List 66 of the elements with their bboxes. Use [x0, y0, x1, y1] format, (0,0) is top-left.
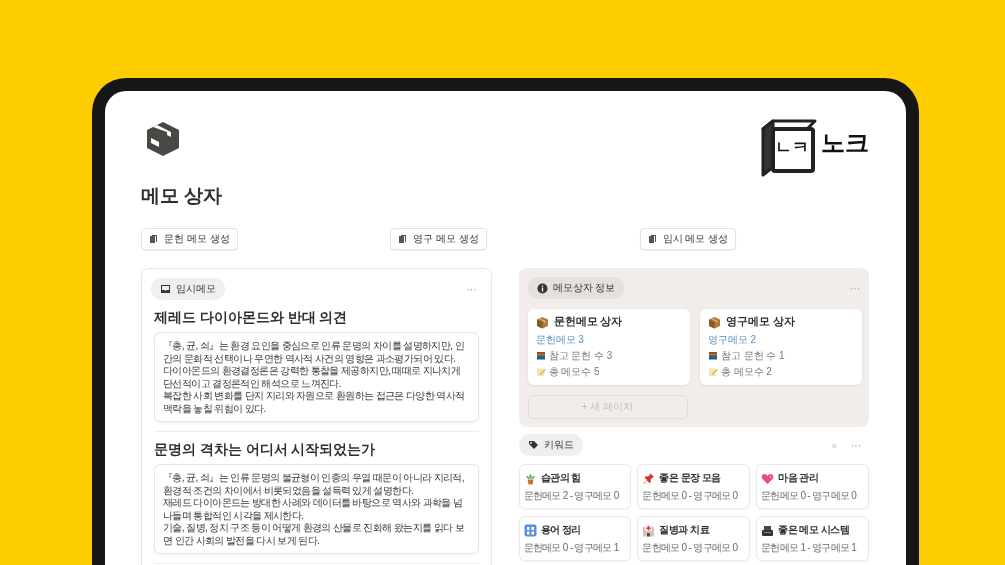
page-title: 메모 상자: [141, 184, 224, 208]
tray-icon: [761, 523, 775, 537]
memo-icon: [535, 367, 546, 377]
copy-icon: [398, 234, 409, 244]
note-text: 다이아몬드의 환경결정론은 강력한 통찰을 제공하지만, 때때로 지나치게 단선적이고 결정론적인 해석으로 느껴진다.: [163, 365, 462, 390]
keyword-title: 용어 정리: [540, 523, 581, 537]
note-text: 재레드 다이아몬드는 방대한 사례와 데이터를 바탕으로 역사와 과학을 넘나들며 통합적인 시각을 제시한다.: [163, 497, 464, 522]
memo-link[interactable]: 영구메모 2: [707, 333, 854, 347]
memo-link[interactable]: 문헌메모 3: [535, 333, 682, 347]
memo-box-card[interactable]: 문헌메모 상자 문헌메모 3 참고 문헌 수 3 총 메모수 5: [527, 309, 690, 385]
keyword-card[interactable]: 마음 관리 문헌메모 0 - 영구메모 0: [756, 464, 869, 509]
create-memo-button[interactable]: 임시 메모 생성: [639, 228, 737, 250]
section-tag[interactable]: 임시메모: [151, 278, 225, 300]
tag-icon: [527, 440, 539, 450]
keyword-title: 질병과 치료: [659, 523, 710, 537]
logo-wordmark: 노크: [821, 128, 869, 158]
keyword-card[interactable]: 좋은 메모 시스템 문헌메모 1 - 영구메모 1: [756, 516, 869, 561]
stat-text: 참고 문헌 수 3: [548, 349, 613, 363]
inbox-icon: [160, 284, 171, 294]
memo-icon: [707, 367, 718, 377]
note-title[interactable]: 문명의 격차는 어디서 시작되었는가: [154, 441, 479, 459]
keyword-card[interactable]: 좋은 문장 모음 문헌메모 0 - 영구메모 0: [637, 464, 751, 509]
note-text: 복잡한 사회 변화를 단지 지리와 자원으로 환원하는 접근은 다양한 역사적 맥락을 놓칠 위험이 있다.: [163, 390, 466, 415]
note-card[interactable]: 『총, 균, 쇠』는 환경 요인을 중심으로 인류 문명의 차이를 설명하지만, 인간의 문화적 선택이나 우연한 역사적 사건의 영향은 과소평가되어 있다. 다이아몬드의 환경결정론은 강력한 통찰을 제공하지만, 때때로 지나치게 단선적이고 결정론적인 해석으로 느껴진다. 복잡한 사회 변화를 단지 지리와 자원으로 환원하는 접근은 다양한 역사적 맥락을 놓칠 위험이 있다.: [154, 332, 479, 422]
stat-text: 총 메모수 2: [720, 365, 772, 379]
stat-text: 참고 문헌 수 1: [720, 349, 785, 363]
heart-icon: [761, 471, 775, 485]
box-title: 문헌메모 상자: [553, 315, 623, 329]
note-card[interactable]: 『총, 균, 쇠』는 인류 문명의 불균형이 인종의 우열 때문이 아니라 지리적, 환경적 조건의 차이에서 비롯되었음을 설득력 있게 설명한다. 재레드 다이아몬드는 방대한 사례와 데이터를 바탕으로 역사와 과학을 넘나들며 통합적인 시각을 제시한다. 기술, 질병, 정치 구조 등이 어떻게 환경의 산물로 진화해 왔는지를 읽다 보면 인간 사회의 발전을 다시 보게 된다.: [154, 464, 479, 554]
potted-plant-icon: [523, 471, 537, 485]
books-icon: [707, 351, 718, 361]
memo-count: 문헌메모 0 - 영구메모 0: [642, 489, 739, 503]
section-tag[interactable]: 메모상자 정보: [527, 277, 625, 299]
memo-count: 문헌메모 1 - 영구메모 1: [761, 541, 858, 555]
keyword-title: 습관의 힘: [540, 471, 581, 485]
create-memo-button[interactable]: 문헌 메모 생성: [141, 228, 238, 250]
note-text: 『총, 균, 쇠』는 인류 문명의 불균형이 인종의 우열 때문이 아니라 지리적, 환경적 조건의 차이에서 비롯되었음을 설득력 있게 설명한다.: [163, 472, 465, 497]
section-tag[interactable]: 키워드: [518, 434, 583, 456]
stat-text: 총 메모수 5: [548, 365, 600, 379]
numbers-icon: [523, 523, 537, 537]
copy-icon: [647, 234, 658, 244]
keyword-title: 좋은 메모 시스템: [778, 523, 850, 537]
box-icon: [535, 315, 549, 329]
hospital-icon: [642, 523, 656, 537]
create-memo-button[interactable]: 영구 메모 생성: [390, 228, 487, 250]
box-logo-icon: [145, 121, 181, 157]
memo-count: 문헌메모 2 - 영구메모 0: [523, 489, 620, 503]
memo-count: 문헌메모 0 - 영구메모 0: [761, 489, 858, 503]
memo-count: 문헌메모 0 - 영구메모 1: [523, 541, 620, 555]
copy-icon: [149, 234, 159, 244]
keyword-card[interactable]: 질병과 치료 문헌메모 0 - 영구메모 0: [637, 516, 751, 561]
books-icon: [535, 351, 546, 361]
box-title: 영구메모 상자: [725, 315, 795, 329]
note-text: 『총, 균, 쇠』는 환경 요인을 중심으로 인류 문명의 차이를 설명하지만, 인간의 문화적 선택이나 우연한 역사적 사건의 영향은 과소평가되어 있다.: [163, 340, 465, 365]
keyword-card[interactable]: 용어 정리 문헌메모 0 - 영구메모 1: [518, 516, 632, 561]
info-icon: [536, 282, 548, 294]
note-title[interactable]: 제레드 다이아몬드와 반대 의견: [154, 309, 479, 327]
memo-count: 문헌메모 0 - 영구메모 0: [642, 541, 739, 555]
keyword-title: 좋은 문장 모음: [659, 471, 721, 485]
pushpin-icon: [642, 471, 656, 485]
keyword-card[interactable]: 습관의 힘 문헌메모 2 - 영구메모 0: [518, 464, 632, 509]
memo-box-card[interactable]: 영구메모 상자 영구메모 2 참고 문헌 수 1 총 메모수 2: [699, 309, 862, 385]
logo-mark: ㄴㅋ: [759, 119, 817, 177]
note-text: 기술, 질병, 정치 구조 등이 어떻게 환경의 산물로 진화해 왔는지를 읽다 보면 인간 사회의 발전을 다시 보게 된다.: [163, 522, 465, 547]
box-icon: [707, 315, 721, 329]
keyword-title: 마음 관리: [778, 471, 819, 485]
